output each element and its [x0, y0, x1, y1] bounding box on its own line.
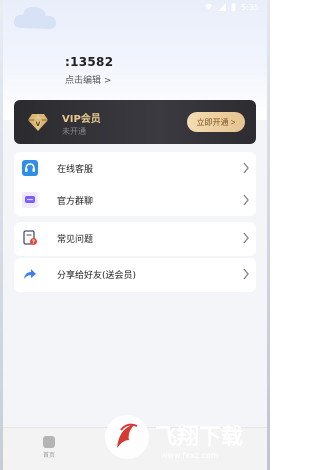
- question-document-icon: ?: [22, 230, 38, 246]
- vip-status: 未开通: [62, 127, 86, 136]
- vip-title: VIP会员: [62, 114, 101, 125]
- menu-label: 在线客服: [57, 164, 94, 175]
- svg-text:V: V: [36, 121, 41, 128]
- cloud-decoration-icon: [13, 6, 57, 29]
- chat-bubble-icon: [22, 192, 38, 208]
- chevron-right-icon: [243, 232, 249, 244]
- support-menu-card: 在线客服 官方群聊: [14, 152, 256, 216]
- chevron-right-icon: [243, 162, 249, 174]
- diamond-badge-icon: V: [28, 114, 48, 131]
- right-edge: [267, 0, 270, 470]
- chevron-right-icon: [243, 268, 249, 280]
- home-icon: [43, 436, 55, 448]
- watermark-title: 飞翔下载: [155, 424, 243, 450]
- menu-label: 常见问题: [57, 234, 94, 245]
- activate-vip-button[interactable]: 立即开通 >: [187, 112, 245, 132]
- status-time: 5:35: [241, 2, 259, 12]
- vip-card[interactable]: V VIP会员 未开通 立即开通 >: [14, 100, 256, 144]
- share-arrow-icon: [22, 266, 38, 282]
- menu-item-faq[interactable]: ? 常见问题: [14, 222, 256, 254]
- menu-item-official-group[interactable]: 官方群聊: [14, 184, 256, 216]
- nav-tab-home[interactable]: 首页: [29, 432, 69, 459]
- user-id: :13582: [65, 55, 114, 69]
- svg-text:?: ?: [32, 240, 35, 246]
- menu-item-online-service[interactable]: 在线客服: [14, 152, 256, 184]
- nav-label-home: 首页: [42, 452, 55, 459]
- profile-screen: 5:35 :13582 点击编辑 > V VIP会员 未开通 立即开通 > 在线…: [3, 0, 267, 470]
- menu-label: 分享给好友(送会员): [57, 270, 137, 281]
- faq-menu-card: ? 常见问题: [14, 222, 256, 256]
- status-bar: 5:35: [204, 0, 259, 14]
- headset-icon: [22, 160, 38, 176]
- edit-profile-link[interactable]: 点击编辑 >: [65, 73, 111, 86]
- wifi-icon: [204, 3, 213, 10]
- signal-icon: [218, 3, 227, 11]
- share-menu-card: 分享给好友(送会员): [14, 258, 256, 292]
- chevron-right-icon: [243, 194, 249, 206]
- battery-icon: [231, 3, 236, 11]
- menu-label: 官方群聊: [57, 196, 94, 207]
- menu-item-share[interactable]: 分享给好友(送会员): [14, 258, 256, 290]
- watermark-url: www.fxxz.com: [161, 451, 219, 460]
- watermark-logo: 飞翔下载 www.fxxz.com: [105, 415, 243, 460]
